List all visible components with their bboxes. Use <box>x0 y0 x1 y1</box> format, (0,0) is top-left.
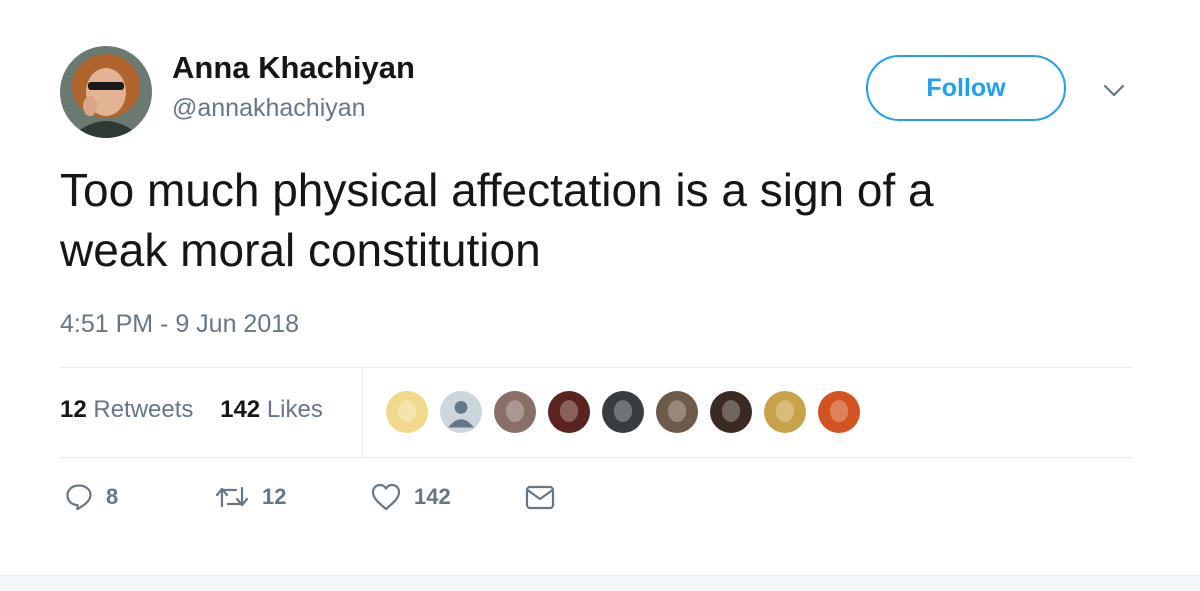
divider <box>60 367 1132 368</box>
default-avatar-icon[interactable] <box>438 389 484 435</box>
envelope-icon <box>525 485 555 510</box>
liker-avatar[interactable] <box>816 389 862 435</box>
divider <box>362 368 363 458</box>
liker-avatar[interactable] <box>384 389 430 435</box>
reply-icon <box>66 484 92 511</box>
reply-button[interactable]: 8 <box>64 482 118 512</box>
like-count: 142 <box>414 484 451 509</box>
retweet-count: 12 <box>262 484 287 509</box>
tweet-text: Too much physical affectation is a sign … <box>60 160 1140 280</box>
heart-icon <box>371 483 401 511</box>
retweets-label: Retweets <box>93 396 194 423</box>
retweet-button[interactable]: 12 <box>214 482 286 512</box>
likes-stat[interactable]: 142 Likes <box>220 396 323 424</box>
liker-avatar[interactable] <box>708 389 754 435</box>
author-name[interactable]: Anna Khachiyan <box>172 50 415 86</box>
follow-button[interactable]: Follow <box>866 55 1066 121</box>
tweet-stats: 12 Retweets 142 Likes <box>60 396 343 424</box>
tweet-timestamp[interactable]: 4:51 PM - 9 Jun 2018 <box>60 310 299 339</box>
liker-avatar[interactable] <box>600 389 646 435</box>
reply-count: 8 <box>106 484 119 509</box>
like-button[interactable]: 142 <box>370 482 451 512</box>
tweet-card: Anna Khachiyan @annakhachiyan Follow Too… <box>0 0 1200 575</box>
tweet-text-line: Too much physical affectation is a sign … <box>60 164 934 216</box>
liker-avatar[interactable] <box>492 389 538 435</box>
likes-label: Likes <box>266 396 323 423</box>
author-avatar[interactable] <box>60 46 152 138</box>
divider <box>60 457 1132 458</box>
author-handle[interactable]: @annakhachiyan <box>172 94 366 123</box>
direct-message-button[interactable] <box>524 482 556 512</box>
retweets-count: 12 <box>60 396 87 423</box>
tweet-text-line: weak moral constitution <box>60 224 541 276</box>
page-footer-band <box>0 575 1200 591</box>
chevron-down-icon[interactable] <box>1100 76 1128 104</box>
retweet-icon <box>215 486 249 508</box>
liker-avatar[interactable] <box>546 389 592 435</box>
liker-avatar[interactable] <box>654 389 700 435</box>
likes-count: 142 <box>220 396 261 423</box>
retweets-stat[interactable]: 12 Retweets <box>60 396 193 424</box>
liker-avatar[interactable] <box>762 389 808 435</box>
